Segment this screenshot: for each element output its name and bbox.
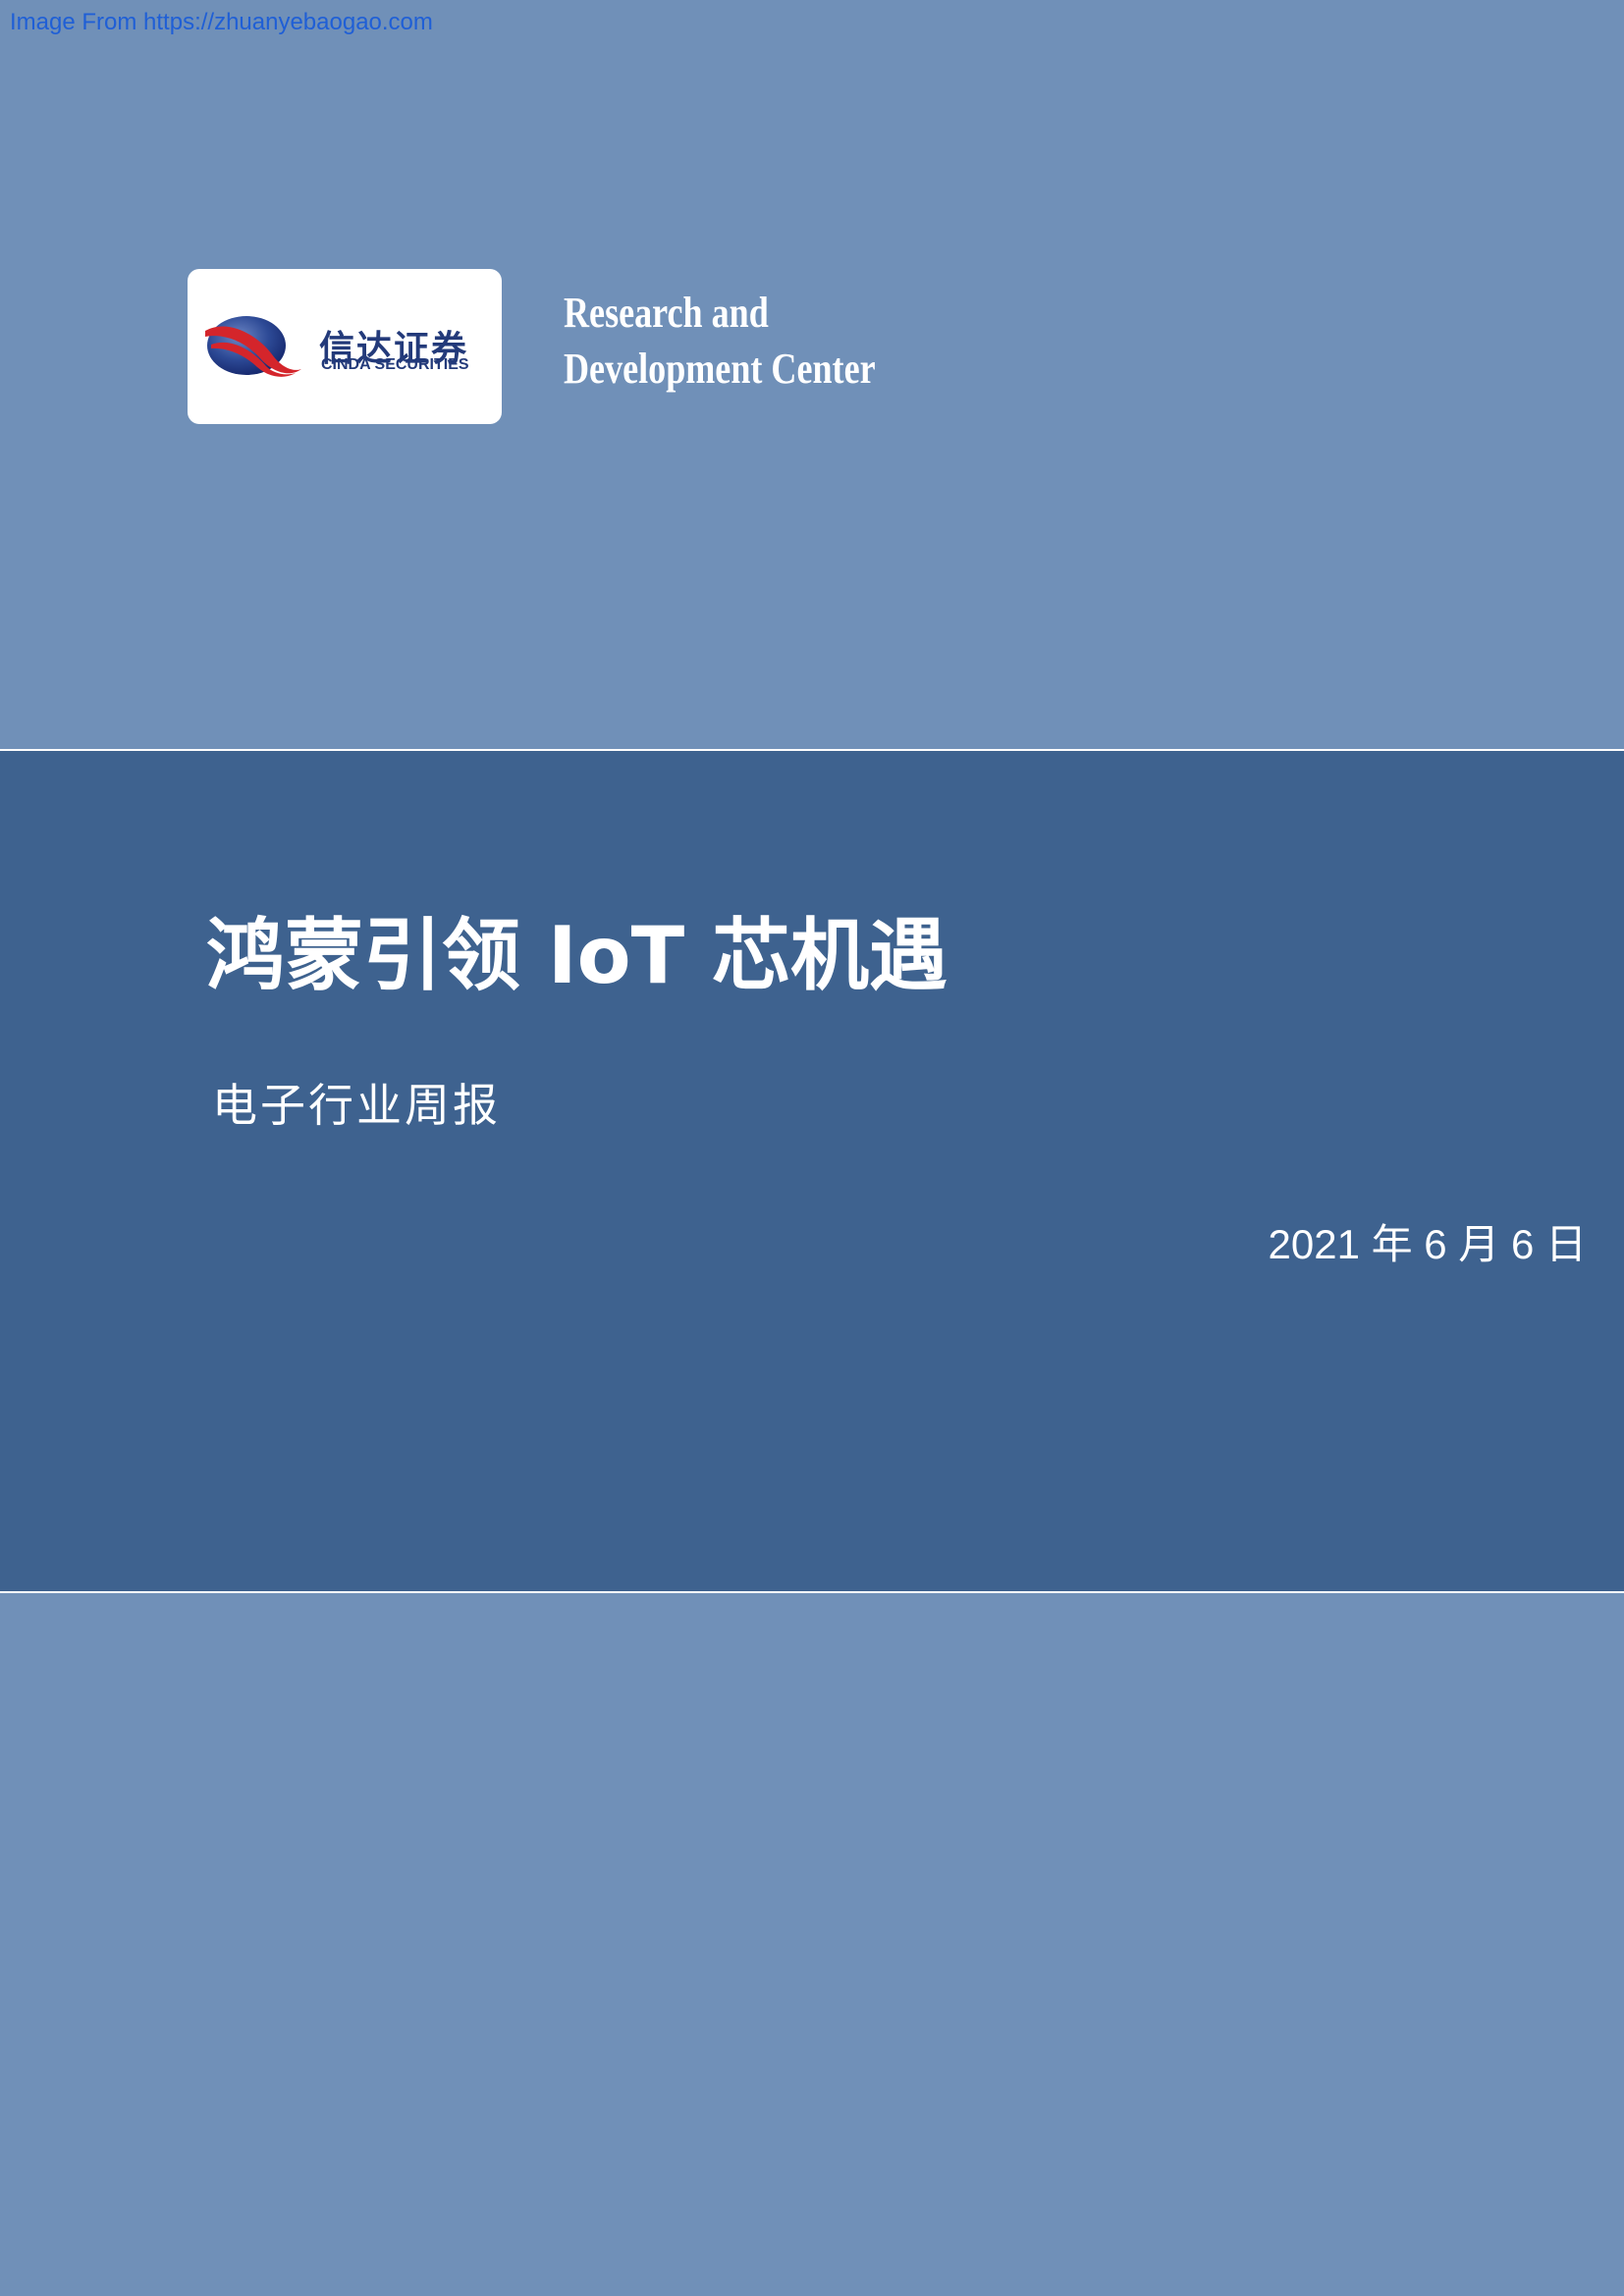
report-subtitle: 电子行业周报 [212,1079,501,1132]
footer-band [0,1593,1624,2296]
title-band [0,749,1624,1593]
report-title: 鸿蒙引领 IoT 芯机遇 [206,910,947,1001]
research-center-name: Research and Development Center [564,285,876,397]
cinda-logo-icon [205,316,301,377]
research-center-line-1: Research and [564,289,769,337]
company-logo: 信达证券 CINDA SECURITIES [188,269,502,424]
research-center-line-2: Development Center [564,345,876,393]
source-link[interactable]: Image From https://zhuanyebaogao.com [10,9,433,36]
report-date: 2021 年 6 月 6 日 [1268,1221,1588,1267]
logo-name-en: CINDA SECURITIES [321,356,469,373]
